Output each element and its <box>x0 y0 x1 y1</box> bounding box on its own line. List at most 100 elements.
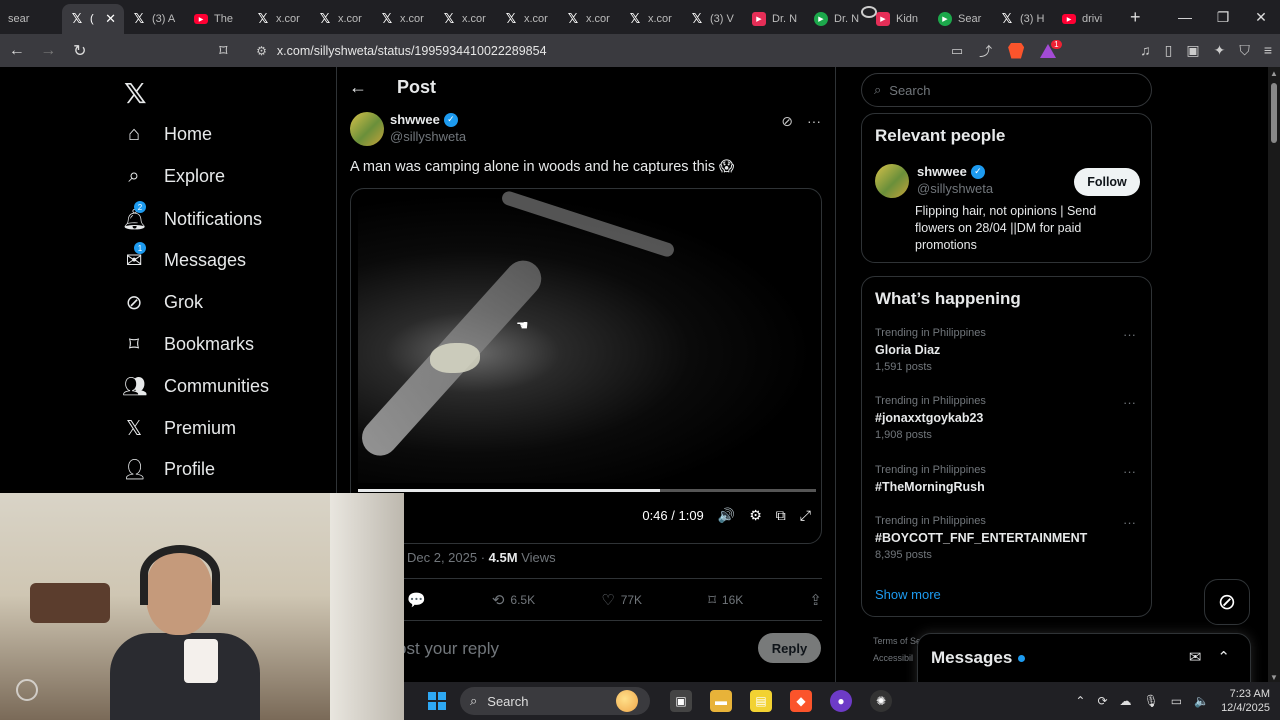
browser-tab[interactable]: ▶ Dr. N <box>744 4 806 34</box>
browser-tab[interactable]: ▶ Kidn <box>868 4 930 34</box>
cloud-icon[interactable]: ☁ <box>1120 694 1132 708</box>
person-handle[interactable]: @sillyshweta <box>917 181 993 196</box>
minimize-icon[interactable]: — <box>1166 9 1204 26</box>
nav-item-home[interactable]: ⌂ Home <box>122 123 212 146</box>
author-handle[interactable]: @sillyshweta <box>390 129 466 144</box>
chat-app-icon[interactable]: ● <box>830 690 852 712</box>
person-name[interactable]: shwwee ✓ <box>917 164 993 179</box>
repost-icon[interactable]: ⟲ <box>492 591 505 609</box>
nav-item-communities[interactable]: 👥︎ Communities <box>122 374 269 399</box>
browser-tab[interactable]: ▶ The <box>186 4 248 34</box>
browser-tab[interactable]: 𝕏 (✕ <box>62 4 124 34</box>
show-more-link[interactable]: Show more <box>875 587 941 602</box>
scroll-thumb[interactable] <box>1271 83 1277 143</box>
browser-tab[interactable]: 𝕏x.cor <box>310 4 372 34</box>
reply-action[interactable]: 💬 <box>407 591 426 609</box>
more-icon[interactable]: ··· <box>1123 464 1136 479</box>
nav-item-bookmarks[interactable]: ⌑ Bookmarks <box>122 332 254 357</box>
reply-button[interactable]: Reply <box>758 633 821 663</box>
trend-item[interactable]: Trending in Philippines #jonaxxtgoykab23 1… <box>875 395 1140 441</box>
video-progress-bar[interactable] <box>358 489 816 492</box>
new-tab-button[interactable]: + <box>1130 7 1141 28</box>
browser-tab[interactable]: sear <box>0 4 877 34</box>
author-name[interactable]: shwwee ✓ <box>390 112 466 127</box>
settings-gear-icon[interactable]: ⚙ <box>749 507 762 524</box>
post-date[interactable]: Dec 2, 2025 <box>407 550 477 565</box>
bookmark-action[interactable]: ⌑ 16K <box>708 591 743 609</box>
maximize-icon[interactable]: ❐ <box>1204 9 1242 26</box>
close-tab-icon[interactable]: ✕ <box>105 11 116 27</box>
accessibility-link[interactable]: Accessibil <box>873 650 921 667</box>
fullscreen-icon[interactable]: ⤢ <box>800 507 811 524</box>
chevron-up-icon[interactable]: ⌃ <box>1075 694 1085 708</box>
scroll-down-icon[interactable]: ▼ <box>1270 673 1278 682</box>
relevant-person[interactable]: shwwee ✓ @sillyshweta <box>875 164 993 198</box>
browser-tab[interactable]: 𝕏 (3) A <box>124 4 186 34</box>
site-info-icon[interactable]: ⚙ <box>256 44 267 58</box>
x-logo-icon[interactable]: 𝕏 <box>124 77 147 110</box>
browser-tab[interactable]: ▶ Dr. N <box>806 4 868 34</box>
heart-icon[interactable]: ♡ <box>601 591 614 609</box>
browser-tab[interactable]: 𝕏x.cor <box>620 4 682 34</box>
vpn-icon[interactable]: ⛉ <box>1239 42 1250 59</box>
forward-icon[interactable]: → <box>40 42 58 60</box>
browser-tab[interactable]: ▶ Sear <box>930 4 992 34</box>
nav-item-explore[interactable]: ⌕ Explore <box>122 165 225 188</box>
clock[interactable]: 7:23 AM 12/4/2025 <box>1221 687 1270 716</box>
share-icon[interactable]: ⇪ <box>809 591 822 609</box>
more-icon[interactable]: ··· <box>807 113 821 130</box>
picture-in-picture-icon[interactable]: ⧉ <box>776 507 786 524</box>
browser-tab[interactable]: 𝕏x.cor <box>496 4 558 34</box>
share-action[interactable]: ⇪ <box>809 591 822 609</box>
sync-icon[interactable]: ⟳ <box>1097 694 1107 708</box>
taskbar-search[interactable]: ⌕ Search <box>460 687 650 715</box>
bookmark-icon[interactable]: ⌑ <box>708 591 716 609</box>
browser-tab[interactable]: ▶ drivi <box>1054 4 1116 34</box>
video-frame[interactable]: ☚ <box>354 189 816 483</box>
terms-link[interactable]: Terms of Se <box>873 633 921 650</box>
search-input[interactable]: ⌕ Search <box>861 73 1152 107</box>
more-icon[interactable]: ··· <box>1123 515 1136 530</box>
reply-input[interactable]: ost your reply <box>397 639 499 659</box>
media-icon[interactable]: ♫ <box>1140 42 1151 59</box>
network-icon[interactable]: ▭ <box>1171 694 1182 708</box>
trend-item[interactable]: Trending in Philippines #TheMorningRush ··… <box>875 464 1140 494</box>
chatgpt-icon[interactable]: ✺ <box>870 690 892 712</box>
weather-icon[interactable] <box>616 690 638 712</box>
scroll-up-icon[interactable]: ▲ <box>1270 69 1278 78</box>
more-icon[interactable]: ··· <box>1123 395 1136 410</box>
wallet-icon[interactable]: ▣ <box>1186 42 1199 59</box>
sidebar-toggle-icon[interactable]: ▯ <box>1165 42 1173 59</box>
avatar[interactable] <box>875 164 909 198</box>
brave-rewards-icon[interactable]: 1 <box>1040 39 1062 58</box>
browser-tab[interactable]: 𝕏 (3) H <box>992 4 1054 34</box>
like-action[interactable]: ♡ 77K <box>601 591 642 609</box>
task-view-icon[interactable]: ▣ <box>670 690 692 712</box>
mic-icon[interactable]: 🎙 <box>1144 694 1159 708</box>
trend-item[interactable]: Trending in Philippines #BOYCOTT_FNF_ENTE… <box>875 515 1140 561</box>
back-icon[interactable]: ← <box>8 42 26 60</box>
expand-up-icon[interactable]: ⌃ <box>1217 648 1230 666</box>
page-scrollbar[interactable]: ▲ ▼ <box>1268 67 1280 682</box>
file-explorer-icon[interactable]: ▬ <box>710 690 732 712</box>
back-arrow-icon[interactable]: ← <box>349 77 367 98</box>
brave-browser-icon[interactable]: ◆ <box>790 690 812 712</box>
avatar[interactable] <box>350 112 384 146</box>
browser-tab[interactable]: 𝕏x.cor <box>558 4 620 34</box>
speaker-icon[interactable]: 🔈 <box>1194 694 1209 708</box>
reload-icon[interactable]: ↻ <box>71 41 89 61</box>
grok-floating-button[interactable]: ⊘ <box>1204 579 1250 625</box>
browser-tab[interactable]: 𝕏x.cor <box>248 4 310 34</box>
menu-icon[interactable]: ≡ <box>1264 42 1272 59</box>
follow-button[interactable]: Follow <box>1074 168 1140 196</box>
share-icon[interactable]: ⤴ <box>979 41 992 60</box>
browser-tab[interactable]: 𝕏x.cor <box>434 4 496 34</box>
grok-icon[interactable]: ⊘ <box>781 113 793 130</box>
volume-icon[interactable]: 🔊 <box>718 507 735 524</box>
cast-icon[interactable]: ▭ <box>951 43 963 59</box>
post-author[interactable]: shwwee ✓ @sillyshweta <box>350 112 466 146</box>
url-field[interactable]: ⚙ x.com/sillyshweta/status/1995934410022… <box>256 39 1062 60</box>
close-window-icon[interactable]: ✕ <box>1242 9 1280 26</box>
nav-item-premium[interactable]: 𝕏 Premium <box>122 416 236 441</box>
nav-item-profile[interactable]: 👤︎ Profile <box>122 457 215 482</box>
